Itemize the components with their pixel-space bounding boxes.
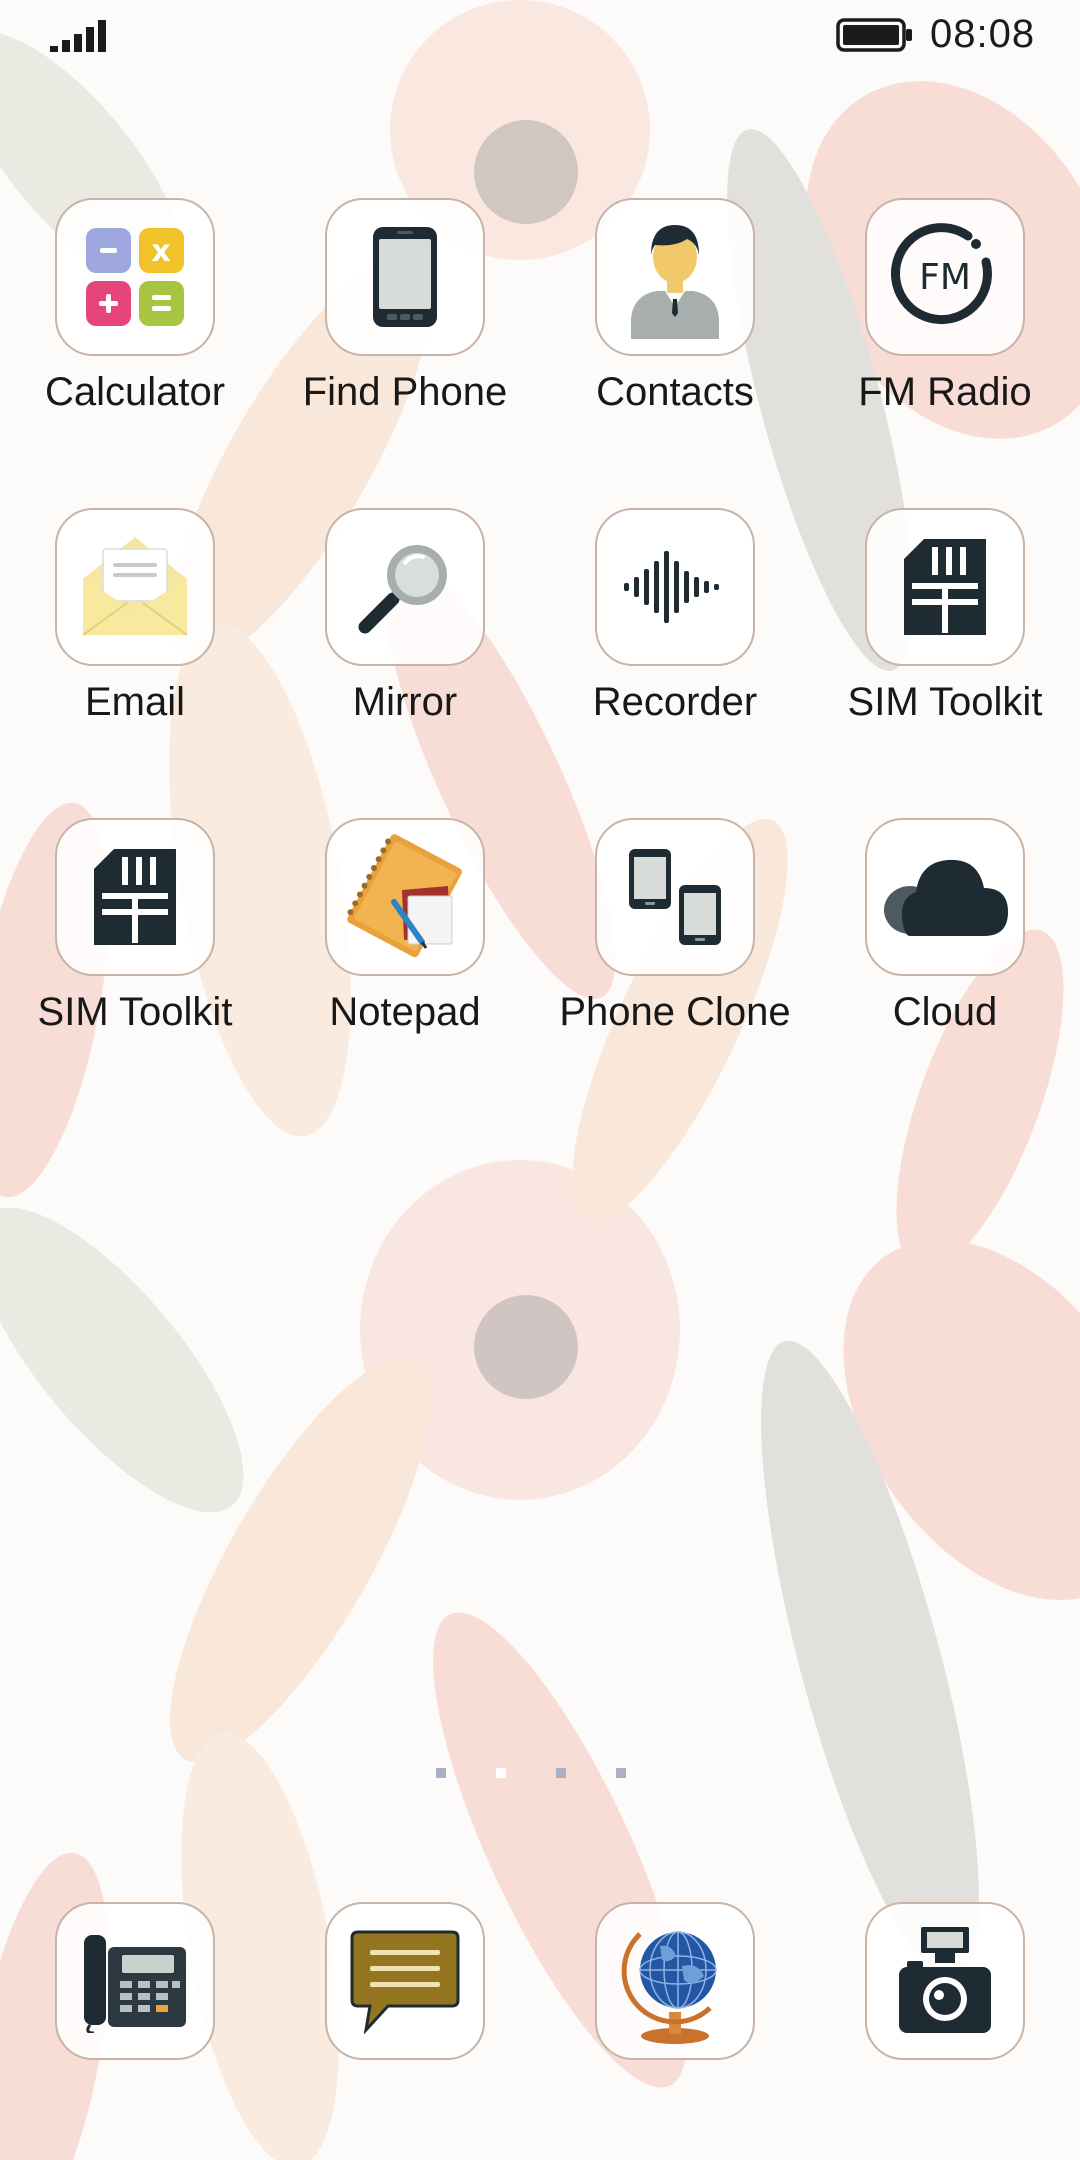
dock xyxy=(0,1902,1080,2062)
two-phones-icon xyxy=(629,849,721,945)
app-label: Find Phone xyxy=(302,370,508,414)
app-icon-frame xyxy=(865,1902,1025,2060)
app-notepad[interactable]: Notepad xyxy=(270,818,540,1058)
app-label: FM Radio xyxy=(858,370,1032,414)
app-cloud[interactable]: Cloud xyxy=(810,818,1080,1058)
app-row: Email Mirror Recorder SIM Toolkit xyxy=(0,508,1080,748)
message-bubble-icon xyxy=(350,1930,460,2034)
app-icon-frame xyxy=(865,818,1025,976)
app-icon-frame: x xyxy=(55,198,215,356)
app-icon-frame xyxy=(865,508,1025,666)
app-calculator[interactable]: x Calculator xyxy=(0,198,270,438)
app-label: Calculator xyxy=(44,370,226,414)
app-icon-frame: FM xyxy=(865,198,1025,356)
app-label: Mirror xyxy=(352,680,458,724)
page-dot[interactable] xyxy=(436,1768,446,1778)
phone-icon xyxy=(373,227,437,327)
dock-browser[interactable] xyxy=(540,1902,810,2062)
app-icon-frame xyxy=(55,818,215,976)
dock-phone[interactable] xyxy=(0,1902,270,2062)
app-sim-toolkit[interactable]: SIM Toolkit xyxy=(810,508,1080,748)
app-label: SIM Toolkit xyxy=(37,990,233,1034)
globe-icon xyxy=(621,1931,717,2044)
app-icon-frame xyxy=(55,508,215,666)
dock-camera[interactable] xyxy=(810,1902,1080,2062)
app-icon-frame xyxy=(325,198,485,356)
sim-card-icon xyxy=(904,539,986,635)
svg-text:x: x xyxy=(151,234,170,269)
person-icon xyxy=(631,225,719,339)
app-icon-frame xyxy=(325,818,485,976)
notepad-icon xyxy=(347,834,462,958)
battery-full-icon xyxy=(836,18,912,52)
camera-icon xyxy=(899,1927,991,2033)
app-icon-frame xyxy=(55,1902,215,2060)
page-dot-current[interactable] xyxy=(496,1768,506,1778)
app-phone-clone[interactable]: Phone Clone xyxy=(540,818,810,1058)
fm-radio-icon: FM xyxy=(890,223,992,325)
app-icon-frame xyxy=(595,1902,755,2060)
envelope-icon xyxy=(82,537,188,636)
calculator-icon: x xyxy=(86,228,184,326)
signal-bars-icon xyxy=(50,20,106,52)
app-recorder[interactable]: Recorder xyxy=(540,508,810,748)
app-icon-frame xyxy=(325,1902,485,2060)
status-time: 08:08 xyxy=(930,12,1036,56)
app-label: Cloud xyxy=(892,990,998,1034)
cloud-icon xyxy=(884,859,1008,936)
waveform-icon xyxy=(624,551,719,623)
app-email[interactable]: Email xyxy=(0,508,270,748)
app-sim-toolkit-2[interactable]: SIM Toolkit xyxy=(0,818,270,1058)
app-fm-radio[interactable]: FM FM Radio xyxy=(810,198,1080,438)
app-icon-frame xyxy=(325,508,485,666)
app-contacts[interactable]: Contacts xyxy=(540,198,810,438)
app-label: Phone Clone xyxy=(559,990,791,1034)
app-icon-frame xyxy=(595,198,755,356)
app-icon-frame xyxy=(595,508,755,666)
svg-text:FM: FM xyxy=(919,257,971,298)
app-find-phone[interactable]: Find Phone xyxy=(270,198,540,438)
app-label: SIM Toolkit xyxy=(847,680,1043,724)
status-bar: 08:08 xyxy=(0,0,1080,80)
desk-phone-icon xyxy=(84,1935,186,2033)
page-indicator[interactable] xyxy=(420,1762,660,1782)
app-mirror[interactable]: Mirror xyxy=(270,508,540,748)
sim-card-icon xyxy=(94,849,176,945)
app-row: SIM Toolkit Notepad Phone Clone Cloud xyxy=(0,818,1080,1058)
app-label: Contacts xyxy=(596,370,754,414)
app-label: Recorder xyxy=(592,680,758,724)
magnifier-icon xyxy=(358,545,447,634)
app-label: Email xyxy=(84,680,186,724)
app-row: x Calculator Find Phone Contacts FM FM R… xyxy=(0,198,1080,438)
page-dot[interactable] xyxy=(556,1768,566,1778)
app-label: Notepad xyxy=(329,990,481,1034)
app-icon-frame xyxy=(595,818,755,976)
page-dot[interactable] xyxy=(616,1768,626,1778)
dock-messages[interactable] xyxy=(270,1902,540,2062)
